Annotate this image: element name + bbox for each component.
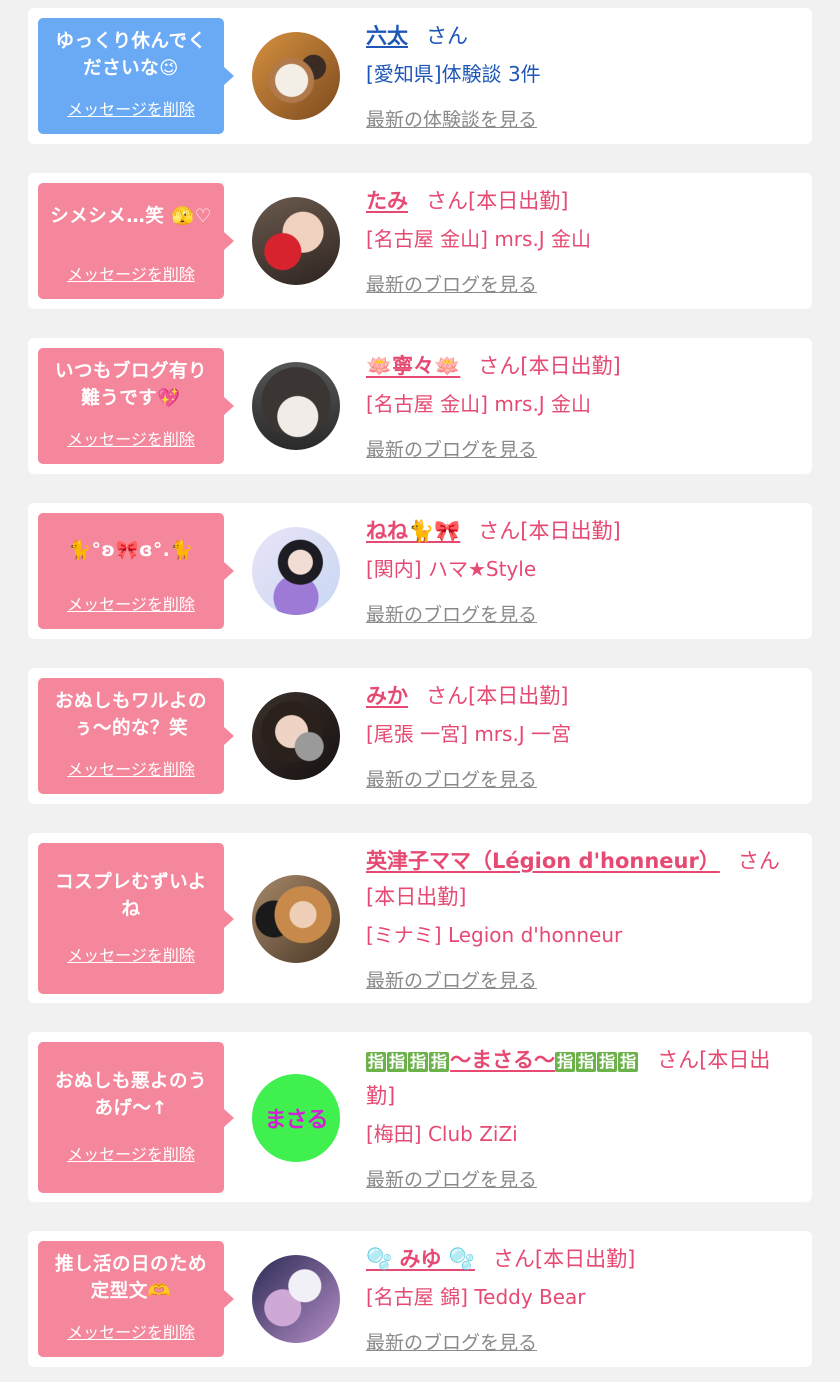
message-bubble: シメシメ…笑 🫣♡ メッセージを削除 [38, 183, 234, 299]
shop-info: [名古屋 錦] Teddy Bear [366, 1285, 586, 1309]
avatar[interactable] [252, 362, 340, 450]
latest-post-link[interactable]: 最新のブログを見る [366, 267, 537, 303]
honorific: さん[本日出勤] [478, 519, 621, 543]
latest-post-link[interactable]: 最新の体験談を見る [366, 102, 537, 138]
finger-badge-icon: 指 [387, 1052, 408, 1072]
message-bubble: おぬしも悪よのうあげ〜↑ メッセージを削除 [38, 1042, 234, 1193]
message-card: いつもブログ有り難うです💖 メッセージを削除 🪷寧々🪷 さん[本日出勤] [名古屋… [28, 338, 812, 474]
message-text: おぬしもワルよのぅ〜的な？笑 [54, 691, 207, 739]
honorific: さん[本日出勤] [426, 684, 569, 708]
message-text: 推し活の日のため定型文🫶 [54, 1254, 207, 1302]
message-bubble: 🐈°ʚ🎀ɞ°.🐈 メッセージを削除 [38, 513, 234, 629]
masaru-logo-icon: まさる [264, 1108, 328, 1133]
finger-badge-icon: 指 [555, 1052, 576, 1072]
card-info: 🪷寧々🪷 さん[本日出勤] [名古屋 金山] mrs.J 金山 最新のブログを見る [366, 348, 794, 468]
shop-info: [愛知県]体験談 3件 [366, 62, 541, 86]
user-name-link[interactable]: 英津子ママ（Légion d'honneur） [366, 849, 720, 873]
sticker-photo-icon [252, 692, 340, 780]
message-text: コスプレむずいよね [55, 872, 207, 920]
finger-badge-icon: 指 [429, 1052, 450, 1072]
strawberry-photo-icon [252, 197, 340, 285]
message-text: シメシメ…笑 🫣♡ [50, 206, 212, 227]
delete-message-link[interactable]: メッセージを削除 [38, 756, 224, 780]
message-card: シメシメ…笑 🫣♡ メッセージを削除 たみ さん[本日出勤] [名古屋 金山] m… [28, 173, 812, 309]
card-info: 🫧 みゆ 🫧 さん[本日出勤] [名古屋 錦] Teddy Bear 最新のブログ… [366, 1241, 794, 1361]
honorific: さん[本日出勤] [426, 189, 569, 213]
message-text: おぬしも悪よのうあげ〜↑ [54, 1071, 207, 1119]
message-card: おぬしも悪よのうあげ〜↑ メッセージを削除 まさる 指指指指〜まさる〜指指指指さ… [28, 1032, 812, 1202]
delete-message-link[interactable]: メッセージを削除 [38, 942, 224, 966]
latest-post-link[interactable]: 最新のブログを見る [366, 1325, 537, 1361]
message-text: いつもブログ有り難うです💖 [54, 361, 207, 409]
cat-ears-photo-icon [252, 527, 340, 615]
shop-info: [名古屋 金山] mrs.J 金山 [366, 392, 592, 416]
shop-info: [尾張 一宮] mrs.J 一宮 [366, 722, 572, 746]
card-info: たみ さん[本日出勤] [名古屋 金山] mrs.J 金山 最新のブログを見る [366, 183, 794, 303]
message-card: 🐈°ʚ🎀ɞ°.🐈 メッセージを削除 ねね🐈🎀 さん[本日出勤] [関内] ハマ★S… [28, 503, 812, 639]
avatar[interactable] [252, 197, 340, 285]
photo-icon [252, 1255, 340, 1343]
delete-message-link[interactable]: メッセージを削除 [38, 1141, 224, 1165]
delete-message-link[interactable]: メッセージを削除 [38, 591, 224, 615]
card-info: みか さん[本日出勤] [尾張 一宮] mrs.J 一宮 最新のブログを見る [366, 678, 794, 798]
user-name-link[interactable]: たみ [366, 189, 408, 213]
delete-message-link[interactable]: メッセージを削除 [38, 426, 224, 450]
message-card: ゆっくり休んでくださいな😉 メッセージを削除 六太 さん [愛知県]体験談 3件 … [28, 8, 812, 144]
latest-post-link[interactable]: 最新のブログを見る [366, 762, 537, 798]
delete-message-link[interactable]: メッセージを削除 [38, 261, 224, 285]
honorific: さん[本日出勤] [492, 1247, 636, 1271]
latest-post-link[interactable]: 最新のブログを見る [366, 432, 537, 468]
avatar[interactable] [252, 875, 340, 963]
user-name-link[interactable]: みか [366, 684, 408, 708]
message-card: コスプレむずいよね メッセージを削除 英津子ママ（Légion d'honneu… [28, 833, 812, 1003]
avatar[interactable]: まさる [252, 1074, 340, 1162]
message-bubble: コスプレむずいよね メッセージを削除 [38, 843, 234, 994]
shop-info: [関内] ハマ★Style [366, 557, 537, 581]
message-card: おぬしもワルよのぅ〜的な？笑 メッセージを削除 みか さん[本日出勤] [尾張 一… [28, 668, 812, 804]
message-bubble: おぬしもワルよのぅ〜的な？笑 メッセージを削除 [38, 678, 234, 794]
latest-post-link[interactable]: 最新のブログを見る [366, 1162, 537, 1198]
message-text: ゆっくり休んでくださいな😉 [55, 31, 207, 79]
honorific: さん [426, 24, 468, 48]
card-info: ねね🐈🎀 さん[本日出勤] [関内] ハマ★Style 最新のブログを見る [366, 513, 794, 633]
message-text: 🐈°ʚ🎀ɞ°.🐈 [68, 540, 194, 561]
shop-info: [ミナミ] Legion d'honneur [366, 923, 623, 947]
user-name-text: 〜まさる〜 [450, 1048, 556, 1072]
user-name-link[interactable]: 🪷寧々🪷 [366, 354, 460, 378]
finger-badge-icon: 指 [366, 1052, 387, 1072]
delete-message-link[interactable]: メッセージを削除 [38, 96, 224, 120]
user-name-link[interactable]: 🫧 みゆ 🫧 [366, 1247, 475, 1271]
user-name-link[interactable]: 指指指指〜まさる〜指指指指 [366, 1048, 639, 1072]
message-bubble: ゆっくり休んでくださいな😉 メッセージを削除 [38, 18, 234, 134]
shop-info: [梅田] Club ZiZi [366, 1122, 518, 1146]
delete-message-link[interactable]: メッセージを削除 [38, 1319, 224, 1343]
finger-badge-icon: 指 [576, 1052, 597, 1072]
card-info: 英津子ママ（Légion d'honneur） さん[本日出勤] [ミナミ] Le… [366, 843, 794, 999]
user-name-link[interactable]: 六太 [366, 24, 408, 48]
shop-info: [名古屋 金山] mrs.J 金山 [366, 227, 592, 251]
food-photo-icon [252, 32, 340, 120]
message-bubble: いつもブログ有り難うです💖 メッセージを削除 [38, 348, 234, 464]
avatar[interactable] [252, 32, 340, 120]
honorific: さん[本日出勤] [478, 354, 621, 378]
card-info: 六太 さん [愛知県]体験談 3件 最新の体験談を見る [366, 18, 794, 138]
finger-badge-icon: 指 [597, 1052, 618, 1072]
finger-badge-icon: 指 [408, 1052, 429, 1072]
portrait-photo-icon [252, 362, 340, 450]
avatar[interactable] [252, 1255, 340, 1343]
card-info: 指指指指〜まさる〜指指指指さん[本日出勤] [梅田] Club ZiZi 最新の… [366, 1042, 794, 1198]
avatar[interactable] [252, 692, 340, 780]
user-name-link[interactable]: ねね🐈🎀 [366, 519, 460, 543]
message-card: 推し活の日のため定型文🫶 メッセージを削除 🫧 みゆ 🫧 さん[本日出勤] [名古… [28, 1231, 812, 1367]
message-list: ゆっくり休んでくださいな😉 メッセージを削除 六太 さん [愛知県]体験談 3件 … [0, 0, 840, 1382]
message-bubble: 推し活の日のため定型文🫶 メッセージを削除 [38, 1241, 234, 1357]
latest-post-link[interactable]: 最新のブログを見る [366, 597, 537, 633]
latest-post-link[interactable]: 最新のブログを見る [366, 963, 537, 999]
avatar[interactable] [252, 527, 340, 615]
finger-badge-icon: 指 [618, 1052, 639, 1072]
portrait-photo-icon [252, 875, 340, 963]
